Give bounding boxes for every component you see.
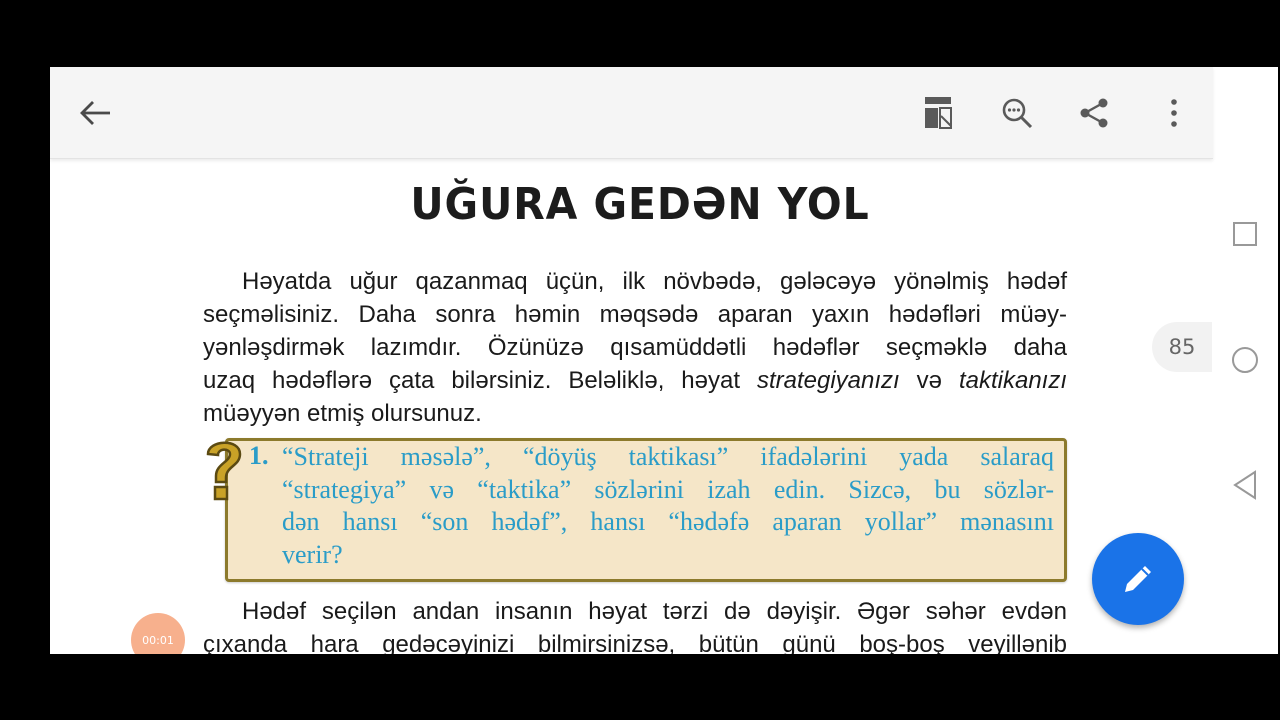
text-line: seçməlisiniz. Daha sonra həmin məqsədə a… bbox=[203, 301, 1067, 328]
text-segment: və bbox=[899, 367, 959, 394]
page-title: UĞURA GEDƏN YOL bbox=[410, 179, 870, 230]
search-button[interactable] bbox=[995, 91, 1039, 135]
text-line: çıxanda hara gedəcəyinizi bilmirsinizsə,… bbox=[203, 631, 1067, 654]
triangle-back-icon bbox=[1233, 470, 1256, 500]
paragraph-1: Həyatda uğur qazanmaq üçün, ilk növbədə,… bbox=[203, 265, 1067, 430]
text-line: Həyatda uğur qazanmaq üçün, ilk növbədə,… bbox=[242, 268, 1067, 295]
more-options-button[interactable] bbox=[1152, 91, 1196, 135]
question-line: “Strateji məsələ”, “döyüş taktikası” ifa… bbox=[282, 442, 1054, 471]
text-line: müəyyən etmiş olursunuz. bbox=[203, 400, 482, 427]
back-nav-button[interactable] bbox=[1228, 468, 1262, 502]
document-page: UĞURA GEDƏN YOL Həyatda uğur qazanmaq üç… bbox=[50, 159, 1213, 654]
arrow-left-icon bbox=[80, 101, 110, 125]
reading-mode-icon bbox=[925, 97, 952, 129]
page-number-badge: 85 bbox=[1152, 322, 1212, 372]
question-text: “Strateji məsələ”, “döyüş taktikası” ifa… bbox=[282, 441, 1054, 571]
reading-mode-button[interactable] bbox=[916, 91, 960, 135]
text-line: Hədəf seçilən andan insanın həyat tərzi … bbox=[242, 598, 1067, 625]
share-icon bbox=[1080, 98, 1108, 128]
paragraph-2: Hədəf seçilən andan insanın həyat tərzi … bbox=[203, 595, 1067, 654]
more-vert-icon bbox=[1171, 99, 1177, 127]
text-segment: uzaq hədəflərə çata bilərsiniz. Beləlikl… bbox=[203, 367, 757, 394]
text-line: yənləşdirmək lazımdır. Özünüzə qısamüddə… bbox=[203, 334, 1067, 361]
question-line: “strategiya” və “taktika” sözlərini izah… bbox=[282, 474, 1054, 504]
question-line: dən hansı “son hədəf”, hansı “hədəfə apa… bbox=[282, 507, 1054, 536]
recents-button[interactable] bbox=[1228, 217, 1262, 251]
question-mark-icon bbox=[206, 441, 242, 501]
italic-term: strategiyanızı bbox=[756, 367, 900, 394]
text-line: uzaq hədəflərə çata bilərsiniz. Beləlikl… bbox=[203, 364, 1067, 397]
question-line: verir? bbox=[282, 539, 343, 569]
search-zoom-icon bbox=[1002, 98, 1033, 129]
circle-home-icon bbox=[1232, 347, 1258, 373]
square-recents-icon bbox=[1233, 222, 1257, 246]
share-button[interactable] bbox=[1072, 91, 1116, 135]
back-button[interactable] bbox=[73, 91, 117, 135]
italic-term: taktikanızı bbox=[958, 367, 1067, 394]
app-screen: UĞURA GEDƏN YOL Həyatda uğur qazanmaq üç… bbox=[50, 67, 1278, 654]
top-toolbar bbox=[50, 67, 1213, 159]
pencil-icon bbox=[1125, 566, 1151, 592]
question-number: 1. bbox=[249, 441, 269, 470]
home-button[interactable] bbox=[1228, 343, 1262, 377]
system-nav-bar bbox=[1213, 67, 1278, 654]
edit-fab-button[interactable] bbox=[1092, 533, 1184, 625]
